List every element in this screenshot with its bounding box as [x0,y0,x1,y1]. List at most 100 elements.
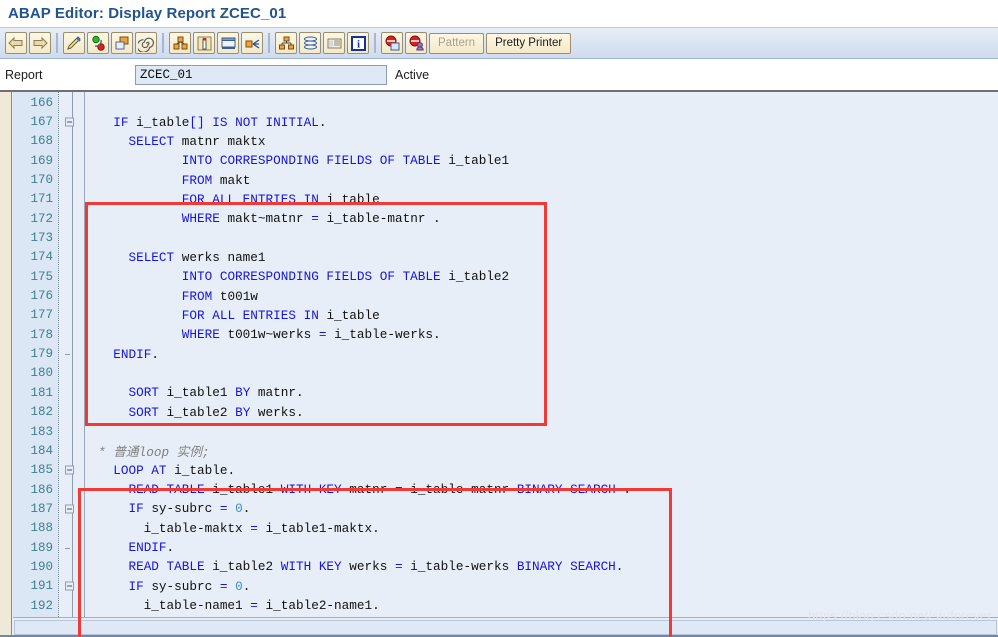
code-text[interactable]: WHERE makt~matnr = i_table-matnr . [84,211,441,226]
line-number: 169 [30,153,53,168]
info-icon[interactable]: i [347,32,369,54]
code-line[interactable]: 168 SELECT matnr maktx [13,132,998,151]
user-object-icon[interactable] [405,32,427,54]
line-number: 168 [30,134,53,149]
code-text[interactable]: LOOP AT i_table. [84,463,235,478]
list-icon[interactable] [323,32,345,54]
object-navigator-icon[interactable] [169,32,191,54]
line-number: 189 [30,540,53,555]
activate-icon[interactable] [87,32,109,54]
code-text[interactable]: INTO CORRESPONDING FIELDS OF TABLE i_tab… [84,153,509,168]
fold-cell [58,209,84,228]
code-line[interactable]: 191 IF sy-subrc = 0. [13,577,998,596]
screen-painter-icon[interactable] [217,32,239,54]
pattern-button[interactable]: Pattern [429,32,485,54]
code-line[interactable]: 175 INTO CORRESPONDING FIELDS OF TABLE i… [13,267,998,286]
breakpoint-icon[interactable] [193,32,215,54]
spiral-debug-icon[interactable] [135,32,157,54]
code-line[interactable]: 176 FROM t001w [13,286,998,305]
abap-editor-window: ABAP Editor: Display Report ZCEC_01 i Pa… [0,0,998,637]
code-line[interactable]: 180 [13,364,998,383]
code-line[interactable]: 187 IF sy-subrc = 0. [13,499,998,518]
fold-cell [58,170,84,189]
code-line[interactable]: 172 WHERE makt~matnr = i_table-matnr . [13,209,998,228]
code-line[interactable]: 169 INTO CORRESPONDING FIELDS OF TABLE i… [13,151,998,170]
code-line[interactable]: 178 WHERE t001w~werks = i_table-werks. [13,325,998,344]
fold-collapse-icon[interactable] [65,581,74,591]
code-line[interactable]: 182 SORT i_table2 BY werks. [13,403,998,422]
code-line[interactable]: 166 [13,93,998,112]
code-text[interactable]: SORT i_table1 BY matnr. [84,385,303,400]
code-line[interactable]: 181 SORT i_table1 BY matnr. [13,383,998,402]
code-text[interactable]: SELECT werks name1 [84,250,265,265]
display-object-icon[interactable] [381,32,403,54]
code-line[interactable]: 186 READ TABLE i_table1 WITH KEY matnr =… [13,480,998,499]
code-text[interactable]: SORT i_table2 BY werks. [84,405,303,420]
code-scroll-area[interactable]: 166 167 IF i_table[] IS NOT INITIAL. 168 S… [13,92,998,617]
forward-arrow-icon[interactable] [29,32,51,54]
code-text[interactable]: IF sy-subrc = 0. [84,579,250,594]
fold-collapse-icon[interactable] [65,504,74,514]
fold-cell [58,190,84,209]
code-text[interactable]: READ TABLE i_table2 WITH KEY werks = i_t… [84,559,623,574]
code-line[interactable]: 184 * 普通loop 实例; [13,441,998,461]
code-line[interactable]: 167 IF i_table[] IS NOT INITIAL. [13,112,998,131]
fold-collapse-icon[interactable] [65,465,74,475]
code-text[interactable]: FOR ALL ENTRIES IN i_table [84,308,380,323]
code-line[interactable]: 183 [13,422,998,441]
code-line[interactable]: 171 FOR ALL ENTRIES IN i_table [13,190,998,209]
line-number: 188 [30,521,53,536]
code-text[interactable]: * 普通loop 实例; [84,441,210,460]
code-line[interactable]: 173 [13,228,998,247]
fold-cell [58,325,84,344]
where-used-icon[interactable] [241,32,263,54]
report-name-input[interactable]: ZCEC_01 [135,64,387,85]
line-number: 179 [30,347,53,362]
copy-object-icon[interactable] [111,32,133,54]
code-line[interactable]: 189 ENDIF. [13,538,998,557]
fold-cell [58,132,84,151]
code-text[interactable]: FOR ALL ENTRIES IN i_table [84,192,380,207]
pretty-printer-button[interactable]: Pretty Printer [486,32,572,54]
code-line[interactable]: 185 LOOP AT i_table. [13,461,998,480]
code-text[interactable]: INTO CORRESPONDING FIELDS OF TABLE i_tab… [84,269,509,284]
code-text[interactable]: SELECT matnr maktx [84,134,265,149]
code-text[interactable]: ENDIF. [84,540,174,555]
hierarchy-icon[interactable] [275,32,297,54]
code-text[interactable]: i_table-name1 = i_table2-name1. [84,598,380,613]
code-text[interactable]: i_table-maktx = i_table1-maktx. [84,521,380,536]
back-arrow-icon[interactable] [5,32,27,54]
code-line[interactable]: 190 READ TABLE i_table2 WITH KEY werks =… [13,557,998,576]
code-text[interactable]: WHERE t001w~werks = i_table-werks. [84,327,441,342]
code-line[interactable]: 170 FROM makt [13,170,998,189]
code-line[interactable]: 179 ENDIF. [13,344,998,363]
fold-cell [58,538,84,557]
fold-cell [58,557,84,576]
fold-cell [58,596,84,615]
code-text[interactable]: READ TABLE i_table1 WITH KEY matnr = i_t… [84,482,631,497]
code-line[interactable]: 174 SELECT werks name1 [13,248,998,267]
fold-cell [58,151,84,170]
code-line[interactable]: 188 i_table-maktx = i_table1-maktx. [13,519,998,538]
code-text[interactable]: ENDIF. [84,347,159,362]
fold-cell [58,286,84,305]
line-number: 182 [30,405,53,420]
line-number: 183 [30,424,53,439]
toolbar-separator [268,33,270,53]
code-text[interactable]: IF sy-subrc = 0. [84,501,250,516]
stack-icon[interactable] [299,32,321,54]
fold-cell [58,267,84,286]
fold-cell [58,344,84,363]
code-line[interactable]: 177 FOR ALL ENTRIES IN i_table [13,306,998,325]
code-text[interactable]: FROM makt [84,173,251,188]
fold-collapse-icon[interactable] [65,117,74,127]
report-label: Report [5,67,43,82]
window-title-bar: ABAP Editor: Display Report ZCEC_01 [0,0,998,27]
check-syntax-pencil-icon[interactable] [63,32,85,54]
toolbar-separator [56,33,58,53]
fold-cell [58,228,84,247]
code-text[interactable]: FROM t001w [84,289,258,304]
code-text[interactable]: IF i_table[] IS NOT INITIAL. [84,115,326,130]
line-number: 185 [30,463,53,478]
code-line-list: 166 167 IF i_table[] IS NOT INITIAL. 168 S… [13,93,998,617]
